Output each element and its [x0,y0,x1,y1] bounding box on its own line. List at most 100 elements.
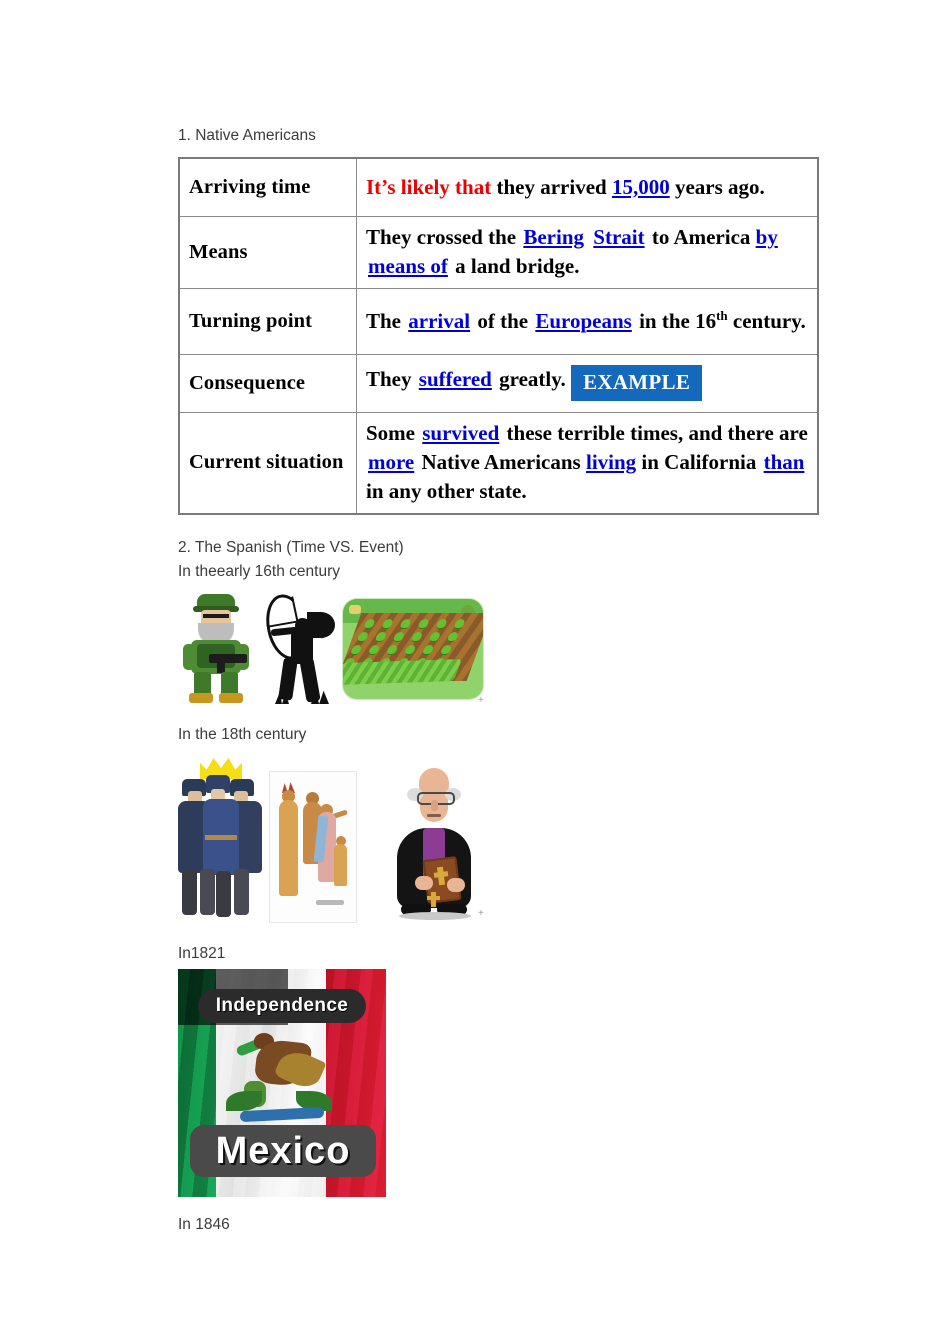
crop-plant [374,632,388,641]
table-row: Means They crossed the Bering Strait to … [178,216,819,289]
artist-signature [316,900,344,905]
answer-blank: Strait [593,225,645,249]
section-1-heading: 1. Native Americans [178,127,316,144]
crop-plant [417,619,430,628]
example-badge: EXAMPLE [571,365,703,401]
crop-plant [386,645,399,654]
plain-text: greatly. [493,367,572,391]
native-americans-notes-table: Arriving time It’s likely that they arri… [178,157,819,515]
plain-text: They [366,367,417,391]
document-page: 1. Native Americans Arriving time It’s l… [0,0,950,1344]
figure-group-18th-century: + [178,750,878,928]
crop-plant [435,619,448,628]
section-2-heading: 2. The Spanish (Time VS. Event) [178,539,404,556]
archer-front-leg [278,657,298,701]
answer-blank: survived [422,421,500,445]
plain-text: they arrived [491,174,612,199]
soldier-right-boot [219,693,243,703]
crop-plant [440,645,453,654]
native-family-illustration [270,772,356,922]
table-row: Consequence They suffered greatly. EXAMP… [178,354,819,413]
plain-text: a land bridge. [449,254,580,278]
crop-plant [453,619,466,628]
crop-plant [399,619,412,628]
priest-hand [415,876,433,890]
soldier-eyepatch [203,614,229,618]
crop-plant [350,645,363,654]
figure-body [279,800,298,896]
time-label-16th-century: In theearly 16th century [178,563,340,580]
time-label-1846: In 1846 [178,1216,230,1233]
priest-mouth [427,814,441,817]
flag-top-caption: Independence [198,989,366,1023]
soldier-belt [205,835,237,840]
priest-nose [431,800,438,811]
image-anchor-icon: + [478,695,484,706]
answer-blank: means of [368,254,448,278]
farm-rock [349,605,361,614]
crowned-soldiers-clipart [178,757,262,922]
figure-group-1821: Independence Mexico [178,969,878,1201]
figure-group-16th-century: + [178,587,878,709]
flag-bottom-caption-text: Mexico [215,1129,351,1172]
answer-blank: than [763,450,805,474]
plain-text: years ago. [669,174,765,199]
document-content: 1. Native Americans Arriving time It’s l… [178,124,878,1237]
table-row: Turning point The arrival of the Europea… [178,288,819,355]
soldier-left-boot [189,693,213,703]
plain-text: of the [472,308,534,333]
crop-plant [356,632,370,641]
row-label-arriving-time: Arriving time [178,157,357,217]
soldier-left-arm [183,644,195,670]
priest-clipart [389,766,479,926]
priest-hand [447,878,465,892]
plain-text: these terrible times, and there are [501,421,808,445]
answer-blank: suffered [418,367,492,391]
soldier-rifle [209,654,247,663]
row-label-consequence: Consequence [178,354,357,413]
crop-plant [404,645,417,654]
time-label-1821: In1821 [178,945,226,962]
cross-icon [427,896,440,900]
soldier-boot [200,869,215,915]
row-label-current-situation: Current situation [178,412,357,515]
red-phrase: It’s likely that [366,174,492,199]
plain-text: Native Americans [416,450,586,474]
crop-plant [446,632,460,641]
ordinal-suffix: th [716,307,728,323]
table-row: Current situation Some survived these te… [178,412,819,515]
plain-text: century. [727,308,806,333]
crop-plant [381,619,394,628]
soldier-boot [234,869,249,915]
row-value-consequence: They suffered greatly. EXAMPLE [356,354,819,413]
flag-top-caption-text: Independence [215,995,349,1016]
child-body [334,844,347,886]
row-value-arriving-time: It’s likely that they arrived 15,000 yea… [356,157,819,217]
plain-text: They crossed the [366,225,522,249]
crop-plant [410,632,424,641]
plain-text: The [366,308,407,333]
time-label-18th-century: In the 18th century [178,726,307,743]
soldier-boot [182,869,197,915]
plain-text: in California [636,450,762,474]
answer-blank: arrival [408,308,471,333]
flag-bottom-caption: Mexico [190,1125,376,1177]
image-anchor-icon: + [478,908,484,919]
soldier-clipart [183,592,249,704]
row-label-means: Means [178,216,357,289]
crop-plant [428,632,442,641]
priest-ground-shadow [399,912,471,920]
crop-plant [363,619,376,628]
plain-text: Some [366,421,421,445]
row-value-turning-point: The arrival of the Europeans in the 16th… [356,288,819,355]
answer-blank: by [755,225,778,249]
plain-text: in any other state. [366,479,527,503]
answer-blank: Europeans [535,308,632,333]
answer-blank: Bering [523,225,585,249]
archer-back-leg [299,657,321,703]
answer-blank: living [585,450,637,474]
soldier-boot [216,871,231,917]
